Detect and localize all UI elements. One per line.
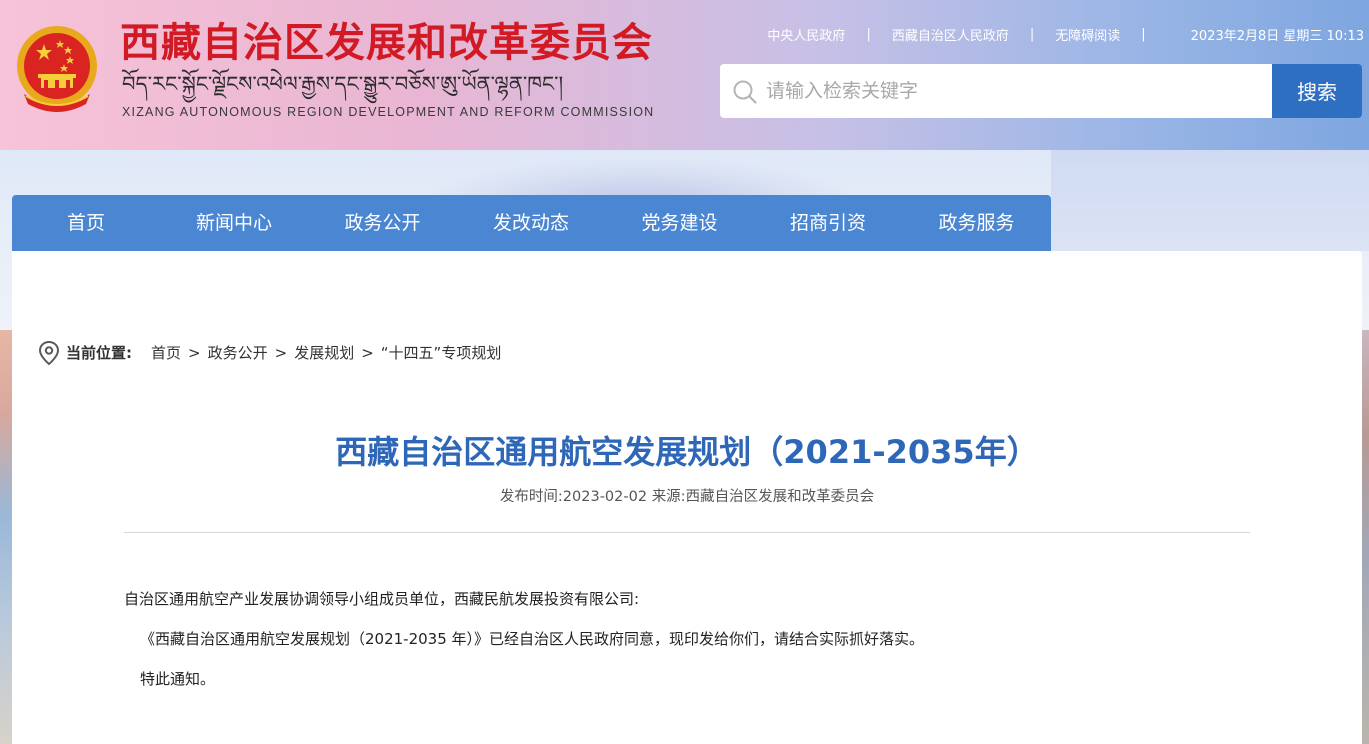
breadcrumb-item-government-affairs[interactable]: 政务公开	[208, 344, 268, 362]
nav-item-government-services[interactable]: 政务服务	[902, 195, 1051, 251]
title-divider	[124, 532, 1250, 533]
publish-time: 2023-02-02	[562, 489, 648, 505]
site-title-tibetan: བོད་རང་སྐྱོང་ལྗོངས་འཕེལ་རྒྱས་དང་སྒྱུར་བཅ…	[122, 72, 564, 96]
accessibility-link[interactable]: 无障碍阅读	[1055, 25, 1120, 44]
article-meta: 发布时间:2023-02-02 来源:西藏自治区发展和改革委员会	[124, 487, 1250, 507]
nav-item-reform-news[interactable]: 发改动态	[457, 195, 605, 251]
source-name: 西藏自治区发展和改革委员会	[685, 489, 875, 505]
article-paragraph: 特此通知。	[140, 670, 216, 688]
site-title-english: XIZANG AUTONOMOUS REGION DEVELOPMENT AND…	[122, 105, 655, 119]
publish-time-label: 发布时间:	[499, 489, 563, 505]
nav-item-party-building[interactable]: 党务建设	[605, 195, 754, 251]
background-sky	[1051, 150, 1369, 251]
breadcrumb-item-home[interactable]: 首页	[151, 344, 181, 362]
search-icon	[732, 79, 758, 105]
top-links-bar: 中央人民政府 | 西藏自治区人民政府 | 无障碍阅读 | 2023年2月8日 星…	[760, 24, 1364, 44]
breadcrumb: 首页 > 政务公开 > 发展规划 > “十四五”专项规划	[151, 343, 501, 363]
national-emblem-icon[interactable]	[14, 24, 100, 112]
search-input[interactable]	[766, 66, 1266, 116]
breadcrumb-separator: >	[188, 344, 201, 362]
link-separator: |	[866, 26, 871, 42]
nav-item-news-center[interactable]: 新闻中心	[160, 195, 308, 251]
site-title-chinese[interactable]: 西藏自治区发展和改革委员会	[120, 18, 653, 68]
breadcrumb-item-development-planning[interactable]: 发展规划	[294, 344, 354, 362]
location-pin-icon	[38, 340, 60, 366]
nav-item-investment[interactable]: 招商引资	[754, 195, 902, 251]
breadcrumb-item-14th-five-year-plan[interactable]: “十四五”专项规划	[381, 344, 502, 362]
search-button[interactable]: 搜索	[1272, 64, 1362, 118]
source-label: 来源:	[651, 489, 686, 505]
nav-item-government-affairs[interactable]: 政务公开	[308, 195, 457, 251]
main-navigation: 首页 新闻中心 政务公开 发改动态 党务建设 招商引资 政务服务	[12, 195, 1051, 251]
link-separator: |	[1141, 26, 1146, 42]
breadcrumb-label: 当前位置:	[66, 344, 132, 362]
central-government-link[interactable]: 中央人民政府	[767, 25, 845, 44]
current-datetime: 2023年2月8日 星期三 10:13	[1190, 28, 1364, 44]
link-separator: |	[1029, 26, 1035, 42]
article-paragraph: 《西藏自治区通用航空发展规划（2021-2035 年）》已经自治区人民政府同意，…	[140, 630, 925, 648]
breadcrumb-separator: >	[274, 344, 288, 362]
breadcrumb-separator: >	[361, 344, 374, 362]
region-government-link[interactable]: 西藏自治区人民政府	[892, 25, 1009, 44]
nav-item-home[interactable]: 首页	[12, 195, 160, 251]
article-title: 西藏自治区通用航空发展规划（2021-2035年）	[335, 433, 1039, 471]
article-paragraph: 自治区通用航空产业发展协调领导小组成员单位，西藏民航发展投资有限公司:	[124, 590, 640, 608]
